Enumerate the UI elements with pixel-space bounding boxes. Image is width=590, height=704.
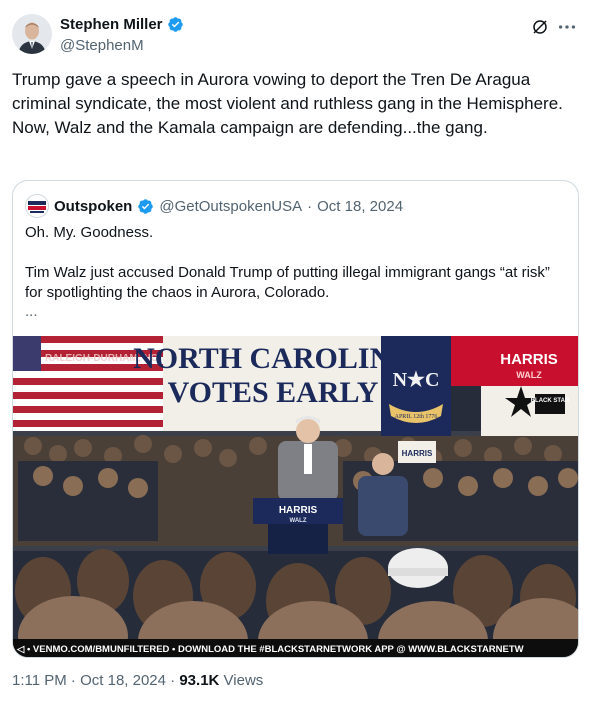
quoted-tweet[interactable]: Outspoken @GetOutspokenUSA · Oct 18, 202…: [12, 180, 579, 658]
crowd-sign-text: HARRIS: [402, 449, 433, 458]
banner-title-line1: NORTH CAROLINA: [133, 342, 413, 375]
sign-walz-sub: WALZ: [516, 370, 542, 380]
footer-separator-1: ·: [70, 672, 76, 689]
quoted-line-1: Oh. My. Goodness.: [25, 224, 154, 241]
quoted-date[interactable]: Oct 18, 2024: [317, 198, 403, 215]
quoted-tweet-body: Oh. My. Goodness. Tim Walz just accused …: [25, 223, 565, 321]
ticker-text: ◁ • VENMO.COM/BMUNFILTERED • DOWNLOAD TH…: [16, 644, 524, 655]
author-handle[interactable]: @StephenM: [60, 37, 144, 54]
tweet-text: Trump gave a speech in Aurora vowing to …: [12, 70, 563, 137]
podium-harris-text: HARRIS: [279, 505, 318, 516]
views-label: Views: [223, 672, 264, 689]
outspoken-logo-icon: [26, 195, 48, 217]
verified-badge-icon: [138, 198, 154, 214]
avatar[interactable]: [12, 14, 52, 54]
view-count: 93.1K: [179, 672, 220, 689]
quoted-author-name[interactable]: Outspoken: [54, 198, 132, 215]
author-name[interactable]: Stephen Miller: [60, 16, 163, 33]
quoted-tweet-header: Outspoken @GetOutspokenUSA · Oct 18, 202…: [25, 194, 403, 218]
tweet-footer: 1:11 PM · Oct 18, 2024 · 93.1K Views: [12, 672, 263, 689]
footer-separator-2: ·: [170, 672, 176, 689]
quoted-media-image[interactable]: RALEIGH-DURHAM, NC NORTH CAROLINA VOTES …: [13, 336, 578, 657]
verified-badge-icon: [167, 17, 183, 32]
grok-icon[interactable]: [531, 18, 549, 36]
nc-flag-letters: N★C: [393, 369, 440, 391]
more-options-icon[interactable]: [556, 16, 578, 38]
quoted-separator: ·: [307, 197, 313, 215]
outspoken-logo-avatar[interactable]: [25, 194, 49, 218]
quoted-ellipsis: ...: [25, 303, 38, 320]
nc-flag-date: APRIL 12th 1776: [395, 414, 438, 420]
rally-photo: RALEIGH-DURHAM, NC NORTH CAROLINA VOTES …: [13, 336, 578, 657]
banner-title-line2: VOTES EARLY: [168, 376, 379, 409]
quoted-line-2: Tim Walz just accused Donald Trump of pu…: [25, 264, 550, 301]
tweet-date[interactable]: Oct 18, 2024: [80, 672, 166, 689]
author-name-row[interactable]: Stephen Miller: [60, 16, 184, 33]
podium-walz-text: WALZ: [290, 518, 307, 524]
tweet-time[interactable]: 1:11 PM: [12, 672, 67, 689]
black-star-text: BLACK STAR: [531, 398, 570, 404]
quoted-author-handle[interactable]: @GetOutspokenUSA: [159, 198, 302, 215]
sign-harris-top: HARRIS: [500, 351, 558, 368]
avatar-image: [12, 14, 52, 54]
